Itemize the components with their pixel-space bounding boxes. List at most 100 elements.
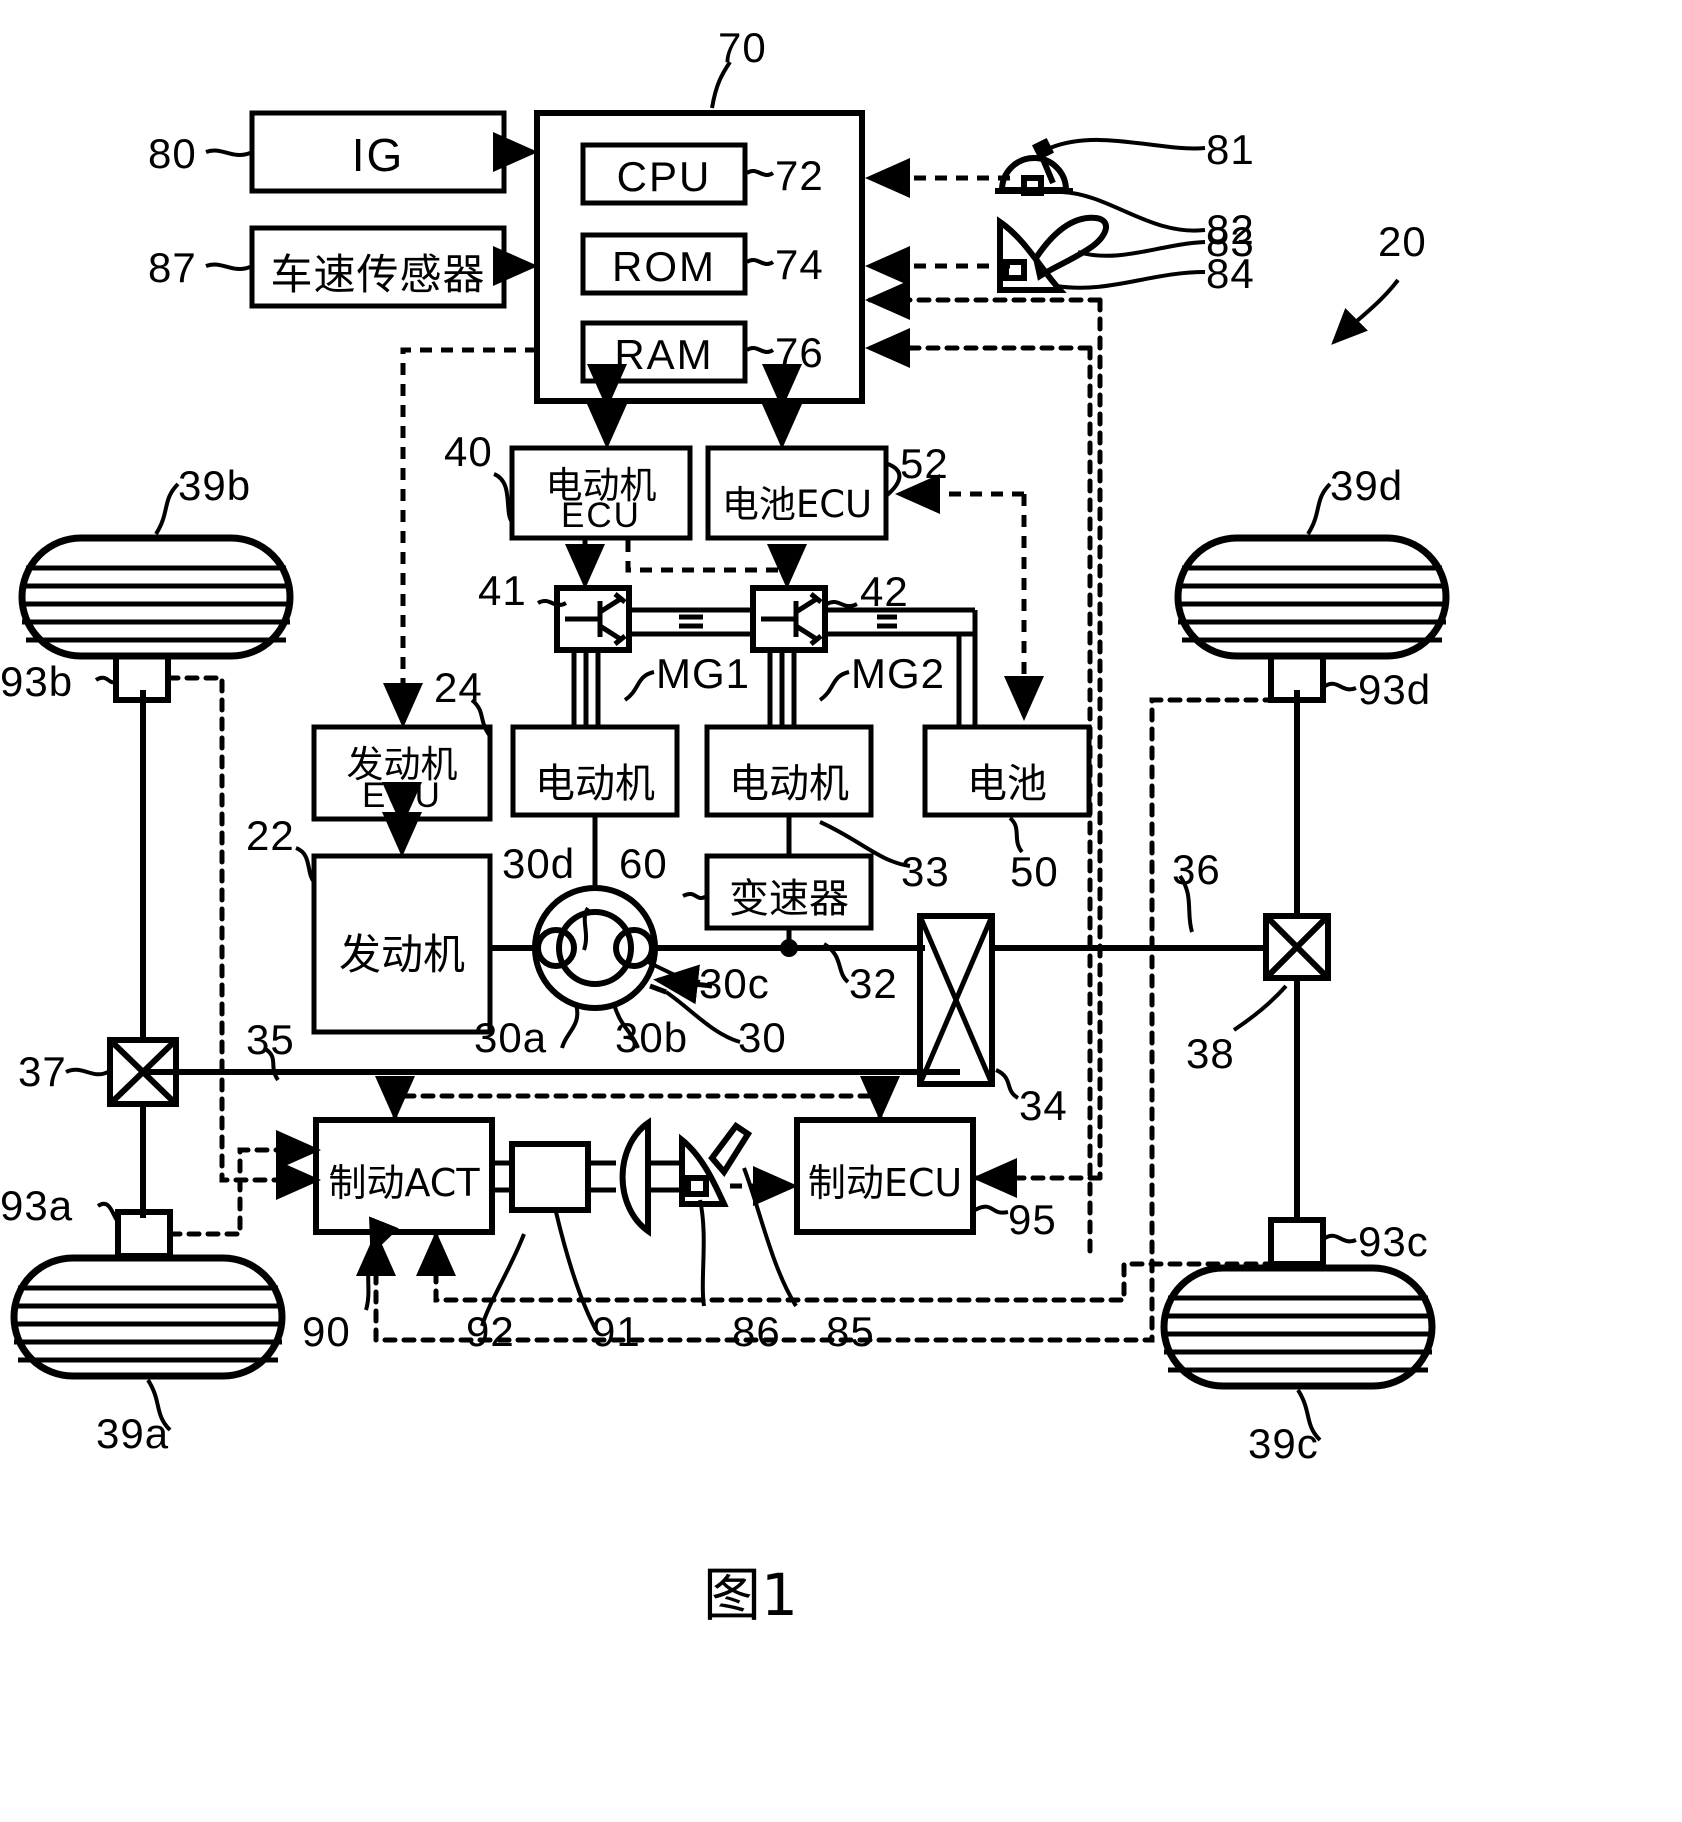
leader-41 bbox=[536, 599, 568, 607]
leader-22 bbox=[295, 846, 316, 884]
patent-figure-sheet: 80 87 70 72 74 76 81 82 83 84 20 40 52 4… bbox=[0, 0, 1682, 1822]
ref-30a: 30a bbox=[474, 1014, 548, 1061]
arrow-30 bbox=[649, 983, 667, 995]
ig-label: IG bbox=[351, 129, 405, 181]
planetary-gear bbox=[532, 885, 658, 1011]
ref-39b: 39b bbox=[178, 462, 252, 509]
phase-lines-mg2 bbox=[767, 650, 797, 727]
leader-42 bbox=[825, 600, 858, 608]
leader-33 bbox=[819, 820, 911, 868]
leader-34 bbox=[995, 1068, 1020, 1100]
leader-91 bbox=[554, 1211, 598, 1331]
leader-37 bbox=[65, 1067, 109, 1077]
capacitor-1 bbox=[679, 614, 703, 629]
leader-40 bbox=[493, 472, 514, 524]
rom-label: ROM bbox=[612, 243, 716, 290]
ref-32: 32 bbox=[849, 960, 898, 1007]
diff-rear-right bbox=[1263, 913, 1331, 981]
wheel-39a bbox=[10, 1254, 286, 1380]
leader-81 bbox=[1049, 137, 1206, 151]
ref-72: 72 bbox=[775, 152, 824, 199]
ref-92: 92 bbox=[466, 1308, 515, 1355]
leader-76 bbox=[745, 346, 775, 354]
sensor-93a-box bbox=[115, 1209, 173, 1259]
brake-ecu-label: 制动ECU bbox=[807, 1161, 963, 1205]
transmission-label: 变速器 bbox=[729, 876, 849, 922]
battery-ecu-label: 电池ECU bbox=[721, 483, 873, 526]
leader-95 bbox=[974, 1204, 1009, 1215]
ref-30c: 30c bbox=[699, 960, 770, 1007]
signal-93b-bus bbox=[165, 675, 321, 1200]
brake-booster bbox=[619, 1117, 651, 1237]
leader-30c bbox=[647, 960, 701, 984]
vehicle-speed-sensor-label: 车速传感器 bbox=[270, 250, 486, 299]
leader-86 bbox=[698, 1199, 706, 1307]
engine-label: 发动机 bbox=[338, 930, 465, 979]
brake-act-label: 制动ACT bbox=[328, 1161, 480, 1205]
sensor-93c-box bbox=[1268, 1217, 1326, 1267]
ram-label: RAM bbox=[614, 331, 714, 378]
ref-84: 84 bbox=[1206, 250, 1255, 297]
inverter1-symbol bbox=[565, 592, 627, 646]
leader-39b bbox=[154, 482, 180, 536]
battery-label: 电池 bbox=[967, 761, 1047, 807]
capacitor-2 bbox=[877, 614, 897, 629]
leader-20 bbox=[1331, 278, 1400, 345]
leader-30a bbox=[560, 1003, 580, 1049]
ref-22: 22 bbox=[246, 812, 295, 859]
ref-52: 52 bbox=[900, 440, 949, 487]
leader-80 bbox=[205, 148, 251, 157]
shift-lever-icon bbox=[995, 137, 1073, 196]
leader-82 bbox=[1061, 190, 1206, 233]
ref-40: 40 bbox=[444, 428, 493, 475]
leader-74 bbox=[745, 258, 775, 266]
ref-38: 38 bbox=[1186, 1030, 1235, 1077]
ref-93d: 93d bbox=[1358, 666, 1432, 713]
brake-pedal-icon bbox=[679, 1121, 753, 1207]
motor-ecu-label-2: ECU bbox=[561, 496, 641, 535]
cpu-label: CPU bbox=[616, 153, 712, 200]
ref-93c: 93c bbox=[1358, 1218, 1429, 1265]
leader-38 bbox=[1232, 984, 1288, 1032]
ref-20: 20 bbox=[1378, 218, 1427, 265]
leader-93c bbox=[1323, 1233, 1357, 1244]
figure-caption: 图1 bbox=[703, 1561, 798, 1629]
ref-74: 74 bbox=[775, 241, 824, 288]
ref-39c: 39c bbox=[1248, 1420, 1319, 1467]
inverter2-symbol bbox=[761, 592, 823, 646]
ref-81: 81 bbox=[1206, 126, 1255, 173]
signal-motorecu-inv2 bbox=[625, 540, 807, 589]
engine-ecu-label-2: ECU bbox=[362, 776, 442, 815]
leader-60 bbox=[682, 892, 709, 900]
ref-mg1: MG1 bbox=[656, 650, 751, 697]
phase-lines-mg1 bbox=[571, 650, 601, 727]
master-cylinder-box bbox=[509, 1141, 591, 1213]
ref-35: 35 bbox=[246, 1016, 295, 1063]
ref-41: 41 bbox=[478, 567, 527, 614]
ref-95: 95 bbox=[1008, 1196, 1057, 1243]
ref-37: 37 bbox=[18, 1048, 67, 1095]
signal-93a-bus bbox=[167, 1130, 321, 1237]
leader-mg2 bbox=[818, 670, 850, 702]
wheel-39d bbox=[1174, 534, 1450, 660]
signal-brakeecu-brakeact bbox=[375, 1076, 873, 1121]
ref-30b: 30b bbox=[615, 1014, 689, 1061]
ref-70: 70 bbox=[718, 24, 767, 71]
leader-85 bbox=[742, 1167, 798, 1308]
ref-mg2: MG2 bbox=[851, 650, 946, 697]
ref-30: 30 bbox=[738, 1014, 787, 1061]
ref-39a: 39a bbox=[96, 1410, 170, 1457]
ref-91: 91 bbox=[592, 1308, 641, 1355]
ref-50: 50 bbox=[1010, 848, 1059, 895]
ref-76: 76 bbox=[775, 329, 824, 376]
leader-90 bbox=[364, 1216, 399, 1311]
motor2-label: 电动机 bbox=[729, 761, 849, 807]
ref-87: 87 bbox=[148, 244, 197, 291]
leader-72 bbox=[745, 169, 775, 177]
leader-93d bbox=[1323, 681, 1357, 692]
wheel-39c bbox=[1160, 1264, 1436, 1390]
leader-39d bbox=[1306, 482, 1332, 536]
ref-39d: 39d bbox=[1330, 462, 1404, 509]
ref-93a: 93a bbox=[0, 1182, 74, 1229]
wheel-39b bbox=[18, 534, 294, 660]
